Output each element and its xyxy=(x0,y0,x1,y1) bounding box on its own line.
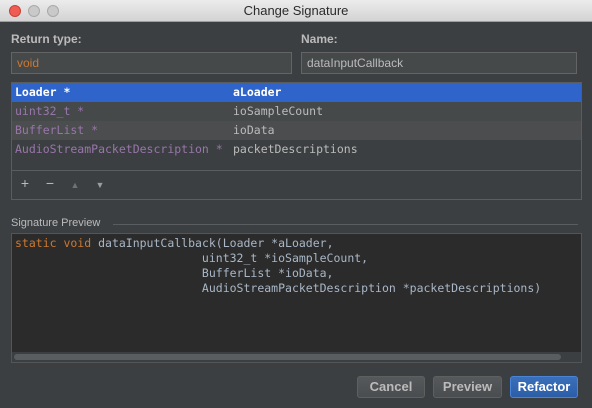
return-type-field[interactable]: void xyxy=(11,52,292,74)
parameter-name: ioSampleCount xyxy=(233,104,324,118)
scrollbar-thumb[interactable] xyxy=(14,354,561,360)
title-bar: Change Signature xyxy=(0,0,592,22)
preview-divider xyxy=(113,224,578,225)
name-field[interactable]: dataInputCallback xyxy=(301,52,577,74)
code-line-2: uint32_t *ioSampleCount, xyxy=(15,251,369,265)
parameter-type: uint32_t * xyxy=(15,104,85,118)
name-label: Name: xyxy=(301,32,338,46)
parameters-table: Loader * aLoader uint32_t * ioSampleCoun… xyxy=(11,82,582,200)
parameter-name: packetDescriptions xyxy=(233,142,358,156)
parameter-row[interactable]: AudioStreamPacketDescription * packetDes… xyxy=(12,140,581,159)
parameter-row[interactable]: Loader * aLoader xyxy=(12,83,581,102)
cancel-button[interactable]: Cancel xyxy=(357,376,425,398)
move-down-button[interactable]: ▼ xyxy=(91,175,109,195)
code-line-4: AudioStreamPacketDescription *packetDesc… xyxy=(15,281,542,295)
table-toolbar-divider xyxy=(12,170,581,171)
code-line-1: dataInputCallback(Loader *aLoader, xyxy=(91,236,334,250)
preview-button[interactable]: Preview xyxy=(433,376,502,398)
parameter-name: aLoader xyxy=(233,85,282,99)
parameter-row[interactable]: uint32_t * ioSampleCount xyxy=(12,102,581,121)
parameter-name: ioData xyxy=(233,123,275,137)
remove-parameter-button[interactable]: − xyxy=(41,175,59,191)
refactor-button[interactable]: Refactor xyxy=(510,376,578,398)
horizontal-scrollbar[interactable] xyxy=(12,352,581,362)
keyword-text: static void xyxy=(15,236,92,250)
signature-preview-panel: static void dataInputCallback(Loader *aL… xyxy=(11,233,582,363)
move-up-button[interactable]: ▲ xyxy=(66,175,84,195)
change-signature-dialog: Change Signature Return type: void Name:… xyxy=(0,0,592,408)
parameter-type: BufferList * xyxy=(15,123,99,137)
window-title: Change Signature xyxy=(243,3,349,18)
code-line-3: BufferList *ioData, xyxy=(15,266,334,280)
parameter-row[interactable]: BufferList * ioData xyxy=(12,121,581,140)
parameter-type: AudioStreamPacketDescription * xyxy=(15,142,223,156)
signature-preview-code: static void dataInputCallback(Loader *aL… xyxy=(15,236,541,296)
signature-preview-title: Signature Preview xyxy=(11,217,101,229)
parameter-type: Loader * xyxy=(15,85,71,99)
return-type-label: Return type: xyxy=(11,32,82,46)
add-parameter-button[interactable]: + xyxy=(16,175,34,191)
